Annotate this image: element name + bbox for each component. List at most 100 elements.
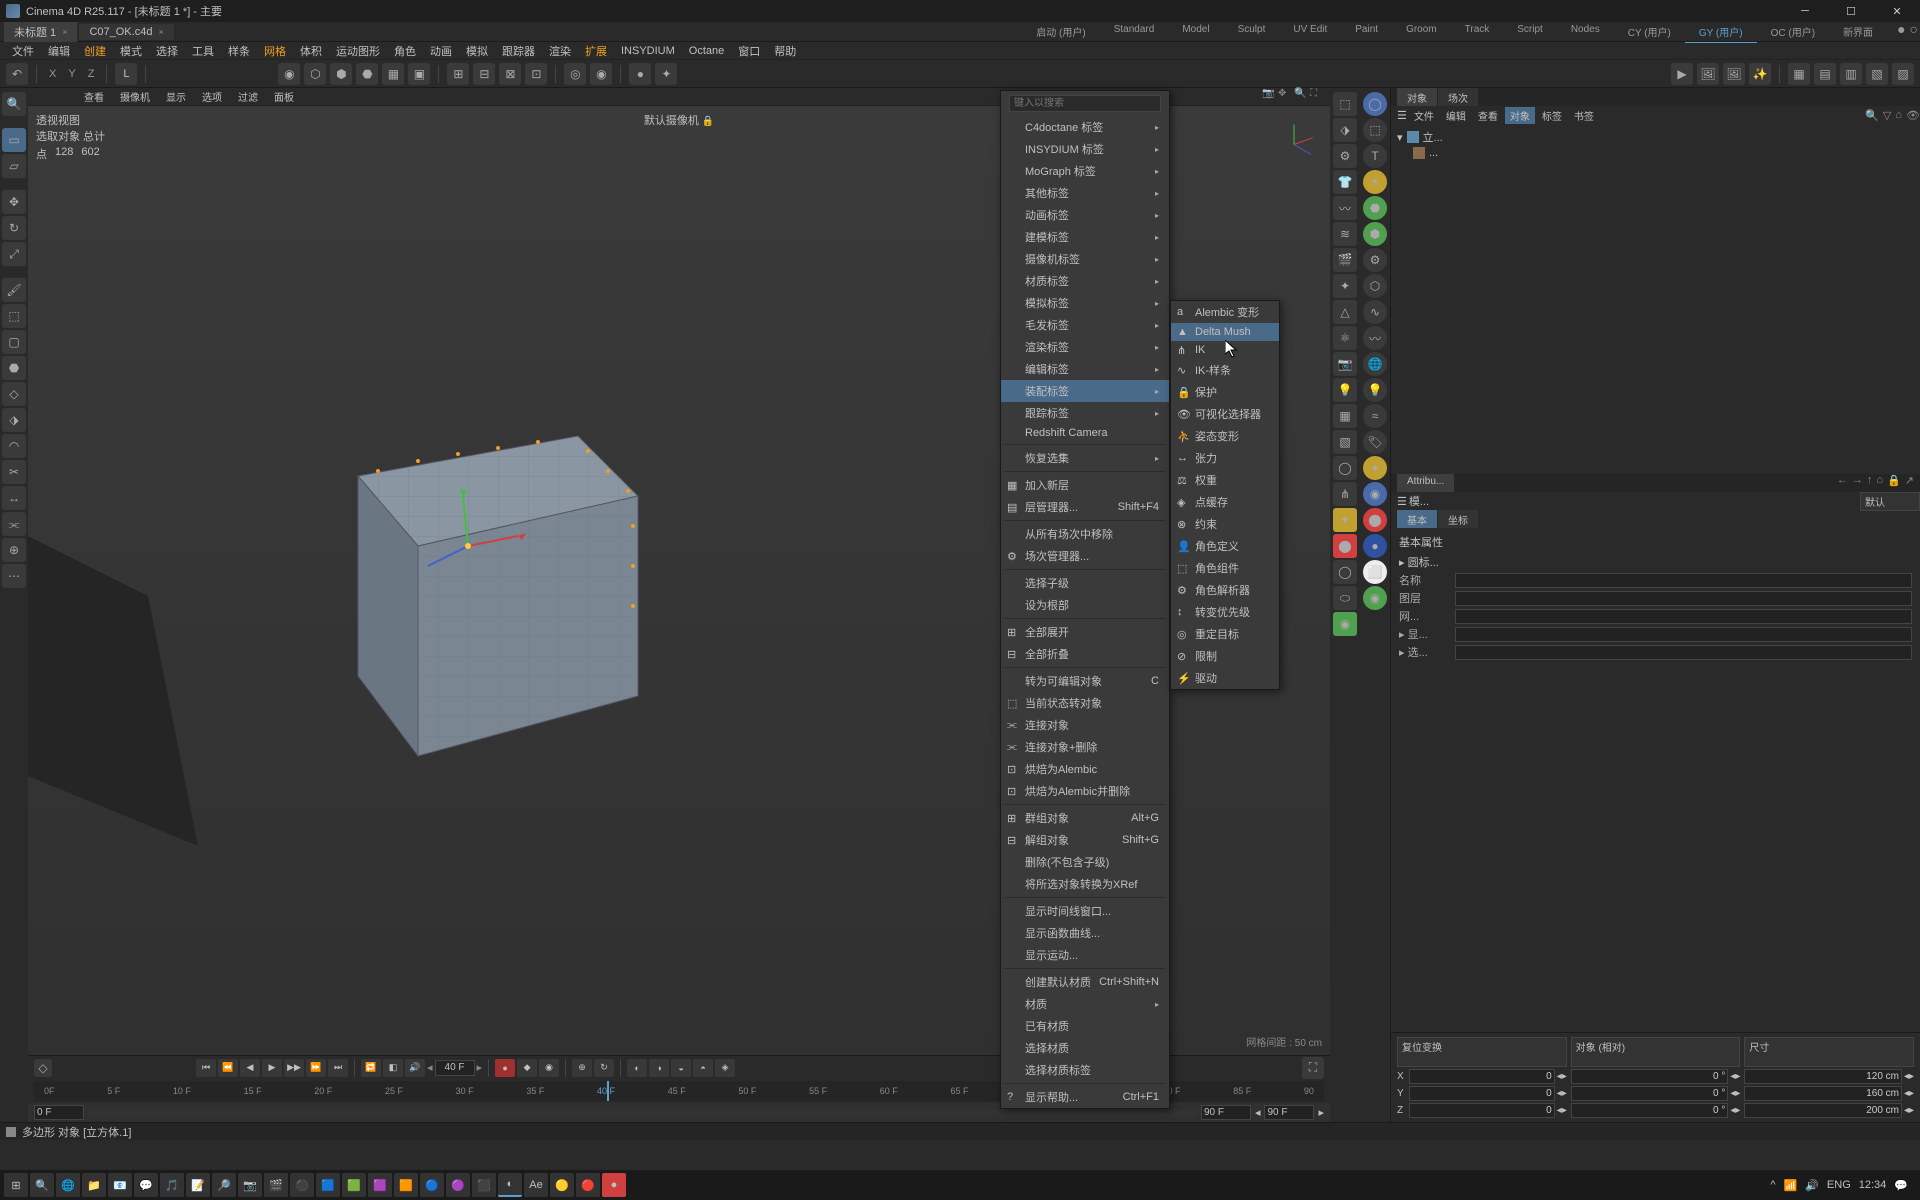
tray-time[interactable]: 12:34 (1859, 1179, 1887, 1191)
sub-retarget[interactable]: ◎重定目标 (1171, 623, 1279, 645)
prim-green[interactable]: ◉ (1333, 612, 1357, 636)
prim-camera[interactable]: 📷 (1333, 352, 1357, 376)
layout-oc[interactable]: OC (用户) (1757, 21, 1829, 43)
menu-help[interactable]: 帮助 (768, 42, 802, 60)
move-tool[interactable]: ✥ (2, 190, 26, 214)
ctx-hair[interactable]: 毛发标签 (1001, 314, 1169, 336)
tl-loop[interactable]: 🔁 (361, 1059, 381, 1077)
layout-uvedit[interactable]: UV Edit (1279, 21, 1341, 43)
lasso-tool[interactable]: ▱ (2, 154, 26, 178)
scale-tool[interactable]: ⤢ (2, 242, 26, 266)
ctx-showfc[interactable]: 显示函数曲线... (1001, 922, 1169, 944)
ctx-help[interactable]: ?显示帮助...Ctrl+F1 (1001, 1086, 1169, 1108)
tray-wifi[interactable]: 📶 (1784, 1179, 1798, 1192)
om-bookmark[interactable]: 书签 (1569, 107, 1599, 124)
prim-generator[interactable]: ⚙ (1333, 144, 1357, 168)
ctx-showmo[interactable]: 显示运动... (1001, 944, 1169, 966)
ctx-remall[interactable]: 从所有场次中移除 (1001, 523, 1169, 545)
ctx-restore[interactable]: 恢复选集 (1001, 447, 1169, 469)
rs5[interactable]: ▨ (1892, 63, 1914, 85)
tl-prev[interactable]: ◀ (240, 1059, 260, 1077)
menu-icon[interactable]: ☰ (1397, 109, 1407, 122)
sub-weight[interactable]: ⚖权重 (1171, 469, 1279, 491)
menu-tracker[interactable]: 跟踪器 (496, 42, 541, 60)
ctx-newmat[interactable]: 创建默认材质Ctrl+Shift+N (1001, 971, 1169, 993)
layout-script[interactable]: Script (1503, 21, 1557, 43)
tl-m5[interactable]: ◈ (715, 1059, 735, 1077)
ctx-model[interactable]: 建模标签 (1001, 226, 1169, 248)
object-tree[interactable]: ▾ 立... ... (1391, 124, 1920, 174)
layout-model[interactable]: Model (1168, 21, 1223, 43)
menu-edit[interactable]: 编辑 (42, 42, 76, 60)
menu-anim[interactable]: 动画 (424, 42, 458, 60)
vp-move-icon[interactable]: ✥ (1278, 88, 1292, 102)
task-app13[interactable]: 🔵 (420, 1173, 444, 1197)
task-explorer[interactable]: 📁 (82, 1173, 106, 1197)
prim-star[interactable]: ✦ (1333, 508, 1357, 532)
ctx-delnc[interactable]: 删除(不包含子级) (1001, 851, 1169, 873)
prim-extrude[interactable]: ⬗ (1333, 118, 1357, 142)
coord-reset[interactable]: 复位变换 (1397, 1037, 1567, 1067)
task-app6[interactable]: 📷 (238, 1173, 262, 1197)
rs4[interactable]: ▧ (1866, 63, 1888, 85)
task-app3[interactable]: 🎵 (160, 1173, 184, 1197)
menu-char[interactable]: 角色 (388, 42, 422, 60)
rs2[interactable]: ▤ (1814, 63, 1836, 85)
vp-max-icon[interactable]: ⛶ (1310, 88, 1324, 102)
snap4-button[interactable]: ⬣ (356, 63, 378, 85)
obj-spline[interactable]: ∿ (1363, 300, 1387, 324)
attr-tab-basic[interactable]: 基本 (1397, 510, 1437, 528)
ctx-rig[interactable]: 装配标签 (1001, 380, 1169, 402)
task-search[interactable]: 🔍 (30, 1173, 54, 1197)
ctx-render[interactable]: 渲染标签 (1001, 336, 1169, 358)
obj-wave[interactable]: ≈ (1363, 404, 1387, 428)
tl-m1[interactable]: ◐ (627, 1059, 647, 1077)
snap6-button[interactable]: ▣ (408, 63, 430, 85)
menu-spline[interactable]: 样条 (222, 42, 256, 60)
obj-green2[interactable]: ◉ (1363, 586, 1387, 610)
layout-sculpt[interactable]: Sculpt (1224, 21, 1280, 43)
sub-constraint[interactable]: ⊗约束 (1171, 513, 1279, 535)
prim-joint[interactable]: ⋔ (1333, 482, 1357, 506)
menu-volume[interactable]: 体积 (294, 42, 328, 60)
tray-vol[interactable]: 🔊 (1805, 1179, 1819, 1192)
vp-view[interactable]: 查看 (78, 88, 110, 105)
task-app2[interactable]: 💬 (134, 1173, 158, 1197)
obj-dblue[interactable]: ● (1363, 534, 1387, 558)
tl-key[interactable]: ◆ (517, 1059, 537, 1077)
vp-options[interactable]: 选项 (196, 88, 228, 105)
sym2[interactable]: ◉ (590, 63, 612, 85)
ctx-xref[interactable]: 将所选对象转换为XRef (1001, 873, 1169, 895)
task-app7[interactable]: 🎬 (264, 1173, 288, 1197)
tl-next[interactable]: ▶▶ (284, 1059, 304, 1077)
obj-sun[interactable]: ☀ (1363, 170, 1387, 194)
pos-x[interactable] (1409, 1069, 1555, 1084)
workplane3[interactable]: ⊠ (499, 63, 521, 85)
menu-sim[interactable]: 模拟 (460, 42, 494, 60)
scl-x[interactable] (1744, 1069, 1902, 1084)
ctx-insydium[interactable]: INSYDIUM 标签 (1001, 138, 1169, 160)
coord-rel[interactable]: 对象 (相对) (1571, 1037, 1741, 1067)
start-button[interactable]: ⊞ (4, 1173, 28, 1197)
ctx-layermgr[interactable]: ▤层管理器...Shift+F4 (1001, 496, 1169, 518)
attr-tab-coord[interactable]: 坐标 (1438, 510, 1478, 528)
sub-pcache[interactable]: ◈点缓存 (1171, 491, 1279, 513)
prim-round[interactable]: ⬭ (1333, 586, 1357, 610)
ctx-connect[interactable]: ⫘连接对象 (1001, 714, 1169, 736)
workplane4[interactable]: ⊡ (525, 63, 547, 85)
task-app1[interactable]: 📧 (108, 1173, 132, 1197)
pos-z[interactable] (1409, 1103, 1555, 1118)
obj-blue[interactable]: ◉ (1363, 482, 1387, 506)
vp-camera[interactable]: 摄像机 (114, 88, 156, 105)
nav-up[interactable]: ↑ (1867, 474, 1873, 492)
prim-deform[interactable]: 〰 (1333, 196, 1357, 220)
tl-pos[interactable]: ⊕ (572, 1059, 592, 1077)
obj-cloner2[interactable]: ⬢ (1363, 222, 1387, 246)
menu-tool[interactable]: 工具 (186, 42, 220, 60)
pos-y[interactable] (1409, 1086, 1555, 1101)
obj-null[interactable]: ◯ (1363, 92, 1387, 116)
snap3-button[interactable]: ⬢ (330, 63, 352, 85)
weld[interactable]: ⊕ (2, 538, 26, 562)
task-app16[interactable]: 🟡 (550, 1173, 574, 1197)
layout-gy[interactable]: GY (用户) (1685, 21, 1757, 43)
